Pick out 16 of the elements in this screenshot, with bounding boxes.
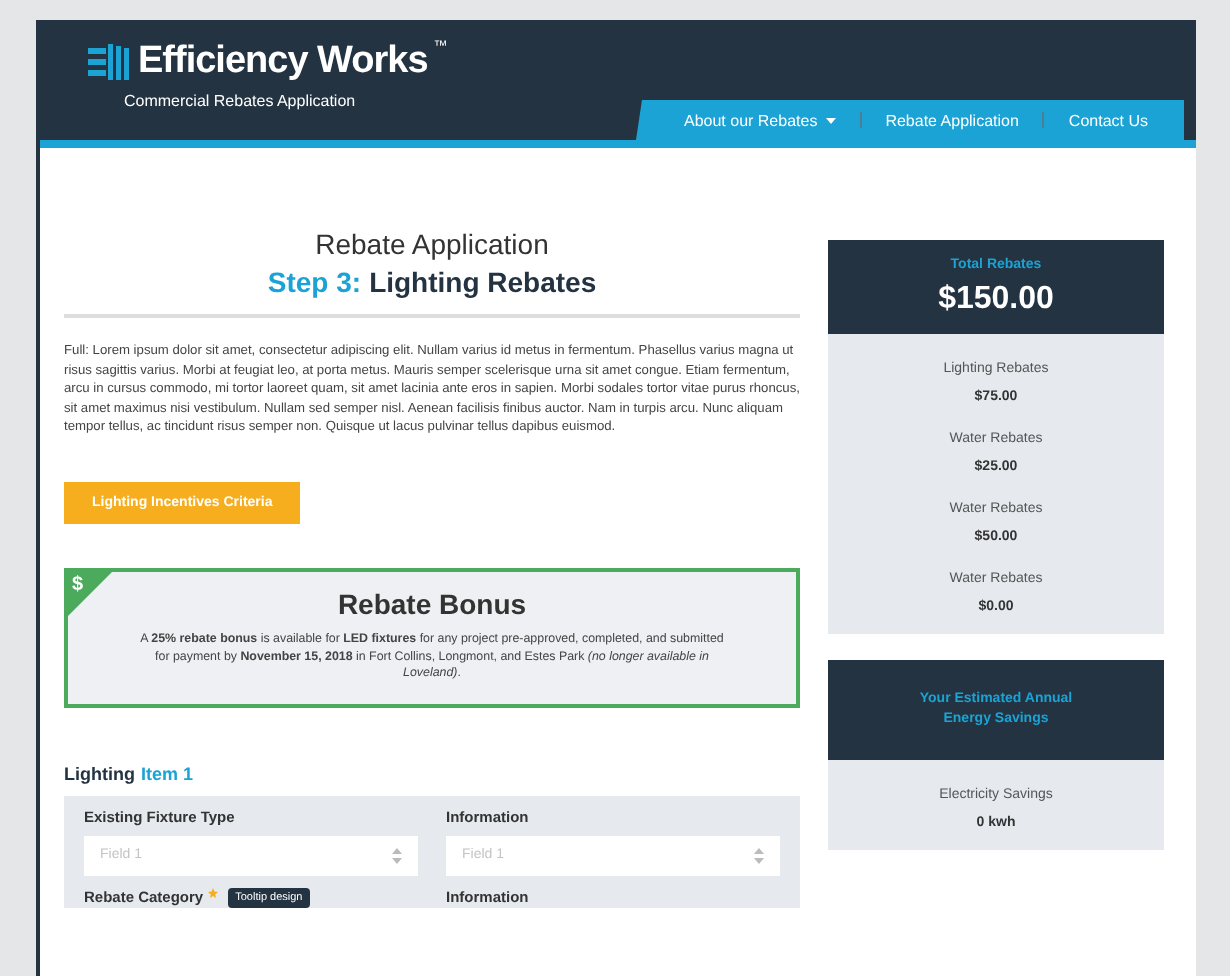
- total-amount: $150.00: [938, 282, 1054, 318]
- step-title: Lighting Rebates: [369, 266, 597, 298]
- nav-link[interactable]: About our Rebates: [659, 111, 860, 129]
- bonus-title: Rebate Bonus: [335, 587, 529, 620]
- page-title: Rebate Application: [313, 228, 551, 260]
- item-heading: Lighting: [64, 763, 135, 784]
- dollar-corner-badge: $: [64, 567, 116, 620]
- item-number: Item 1: [141, 763, 194, 784]
- step-label: Step 3:: [267, 266, 362, 298]
- up-down-arrows-icon: [754, 847, 764, 864]
- up-down-arrows-icon: [392, 847, 402, 864]
- nav-link[interactable]: Rebate Application: [861, 111, 1043, 129]
- logo-icon: [88, 44, 132, 80]
- app-subtitle: Commercial Rebates Application: [124, 92, 358, 110]
- brand-name: Efficiency Works: [138, 40, 428, 84]
- nav-link[interactable]: Contact Us: [1044, 111, 1172, 129]
